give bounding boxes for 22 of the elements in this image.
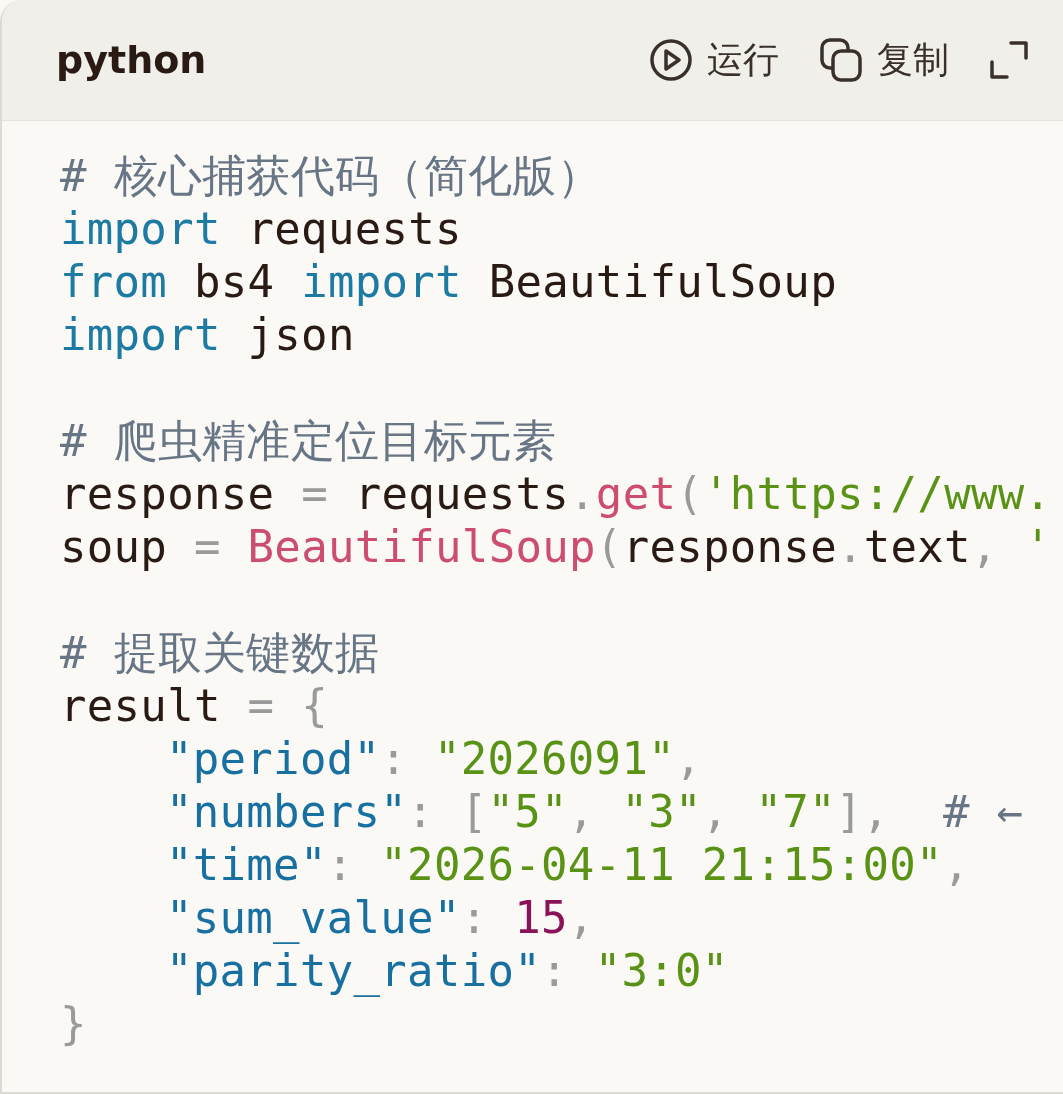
code-line: # 核心捕获代码（简化版） [60,149,601,202]
play-icon [649,38,693,82]
language-label: python [56,38,207,82]
code-line: "period": "2026091", [164,732,702,785]
code-line: soup = BeautifulSoup(response.text, ' [60,520,1052,573]
code-line: import json [60,308,355,361]
code-line: "time": "2026-04-11 21:15:00", [164,838,970,891]
code-line: # 爬虫精准定位目标元素 [60,414,557,467]
code-line: } [60,997,87,1050]
copy-icon [819,37,863,83]
code-line: import requests [60,202,462,255]
copy-button[interactable]: 复制 [819,35,949,85]
expand-icon [989,40,1029,80]
run-button[interactable]: 运行 [649,35,779,85]
code-line: result = { [60,679,328,732]
code-line: from bs4 import BeautifulSoup [60,255,837,308]
expand-button[interactable] [989,40,1029,80]
code-line: "parity_ratio": "3:0" [164,944,729,997]
code-line: "sum_value": 15, [164,891,595,944]
code-line: "numbers": ["5", "3", "7"], # ← [164,785,1024,838]
code-line: # 提取关键数据 [60,626,380,679]
code-line: response = requests.get('https://www. [60,467,1052,520]
